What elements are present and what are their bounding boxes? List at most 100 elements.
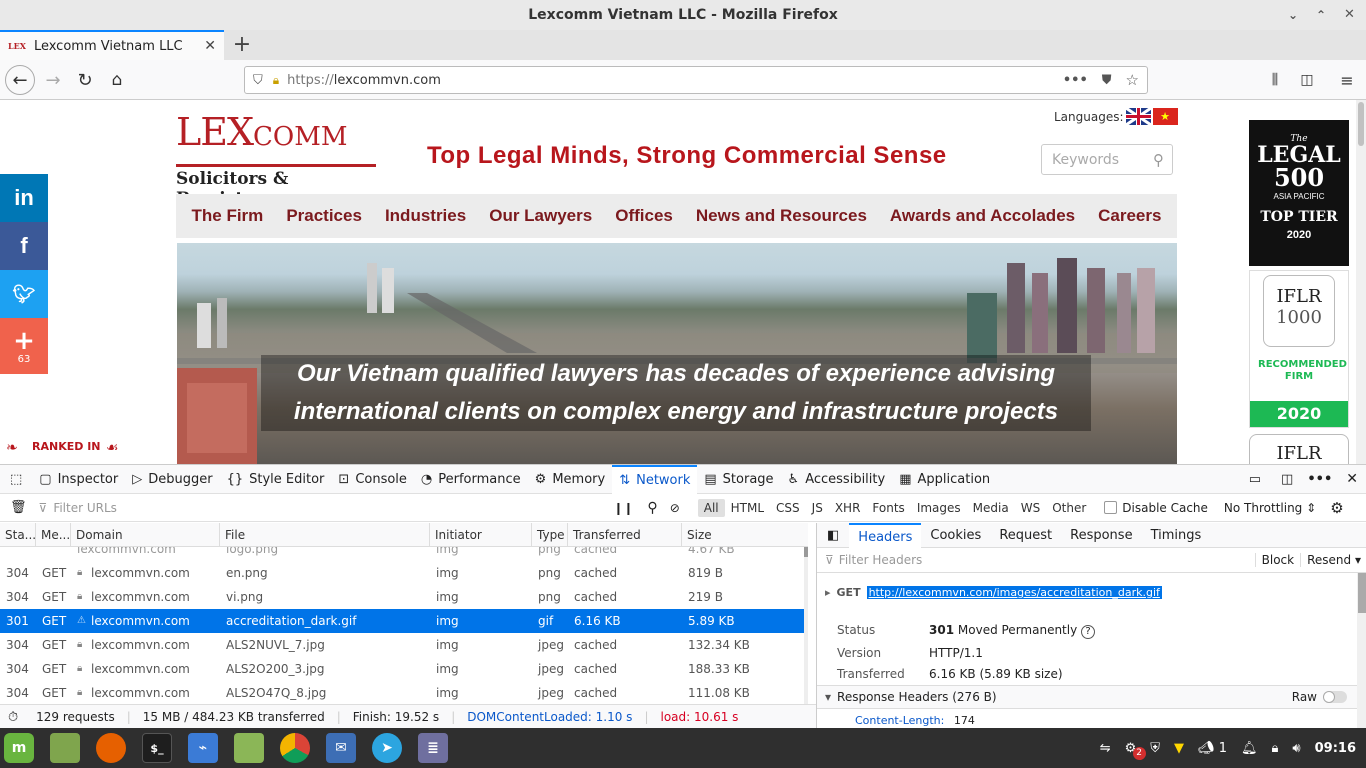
shield-check-icon[interactable]: ⛨ [1150, 741, 1160, 756]
site-search-input[interactable]: Keywords ⚲ [1041, 144, 1173, 175]
request-url[interactable]: http://lexcommvn.com/images/accreditatio… [866, 586, 1162, 599]
filter-fonts[interactable]: Fonts [866, 499, 910, 517]
table-row[interactable]: 304 GET lexcommvn.com ALS2NUVL_7.jpg img jpeg… [0, 633, 804, 657]
menu-awards[interactable]: Awards and Accolades [890, 206, 1075, 226]
connection-lock-icon[interactable]: 🔒︎ [273, 73, 279, 88]
responsive-mode-icon[interactable]: ▭ [1249, 472, 1261, 487]
menu-practices[interactable]: Practices [286, 206, 362, 226]
terminal-icon[interactable]: $_ [142, 733, 172, 763]
filter-html[interactable]: HTML [725, 499, 770, 517]
pocket-icon[interactable]: ⛊ [1102, 73, 1112, 88]
volume-icon[interactable]: 🔊︎ [1292, 741, 1300, 756]
devtools-more-icon[interactable]: ••• [1307, 472, 1332, 487]
tab-performance[interactable]: ◔ Performance [414, 465, 528, 494]
table-row[interactable]: 301 GET lexcommvn.com accreditation_dark.gi… [0, 609, 804, 633]
tab-cookies[interactable]: Cookies [921, 523, 990, 548]
close-window-icon[interactable]: ✕ [1344, 0, 1355, 30]
filter-urls-input[interactable]: Filter URLs [53, 501, 613, 515]
request-list-scrollbar[interactable] [804, 547, 808, 704]
search-icon[interactable]: ⚲ [1153, 151, 1164, 169]
network-transfer-icon[interactable]: ⇋ [1100, 741, 1111, 756]
throttling-select[interactable]: No Throttling ⇕ [1224, 501, 1316, 515]
close-devtools-icon[interactable]: ✕ [1346, 471, 1358, 487]
filter-js[interactable]: JS [806, 499, 829, 517]
menu-industries[interactable]: Industries [385, 206, 466, 226]
menu-news-resources[interactable]: News and Resources [696, 206, 867, 226]
table-row[interactable]: 304 GET lexcommvn.com ALS2O47Q_8.jpg img jpeg… [0, 681, 804, 704]
tab-console[interactable]: ⊡ Console [331, 465, 414, 494]
facebook-share-button[interactable]: f [0, 222, 48, 270]
bookmark-star-icon[interactable]: ☆ [1126, 71, 1139, 89]
app-indicator-icon[interactable]: ▼ [1174, 741, 1184, 756]
clock[interactable]: 09:16 [1315, 741, 1356, 756]
close-tab-icon[interactable]: ✕ [204, 38, 216, 54]
lock-icon[interactable]: 🔒︎ [1271, 741, 1278, 756]
col-method[interactable]: Me... [36, 523, 71, 547]
mint-menu-icon[interactable]: m [4, 733, 34, 763]
more-share-button[interactable]: + 63 [0, 318, 48, 374]
maximize-icon[interactable]: ⌃ [1316, 0, 1326, 30]
menu-careers[interactable]: Careers [1098, 206, 1161, 226]
chrome-icon[interactable] [280, 733, 310, 763]
resend-button[interactable]: Resend ▾ [1300, 553, 1366, 567]
trash-icon[interactable]: 🗑︎ [10, 500, 27, 515]
firefox-icon[interactable] [96, 733, 126, 763]
filter-images[interactable]: Images [911, 499, 967, 517]
tab-lexcomm[interactable]: LEX Lexcomm Vietnam LLC ✕ [0, 30, 224, 60]
iflr1000-award[interactable]: IFLR 1000 RECOMMENDED FIRM 2020 [1249, 270, 1349, 428]
tab-debugger[interactable]: ▷ Debugger [125, 465, 219, 494]
col-type[interactable]: Type [532, 523, 568, 547]
filter-css[interactable]: CSS [770, 499, 806, 517]
filter-media[interactable]: Media [967, 499, 1015, 517]
filter-headers-input[interactable]: Filter Headers [839, 553, 1255, 567]
home-icon[interactable]: ⌂ [102, 65, 132, 95]
help-icon[interactable]: ? [1081, 625, 1096, 639]
tab-accessibility[interactable]: ♿︎ Accessibility [781, 465, 893, 494]
col-file[interactable]: File [220, 523, 430, 547]
lexcomm-logo[interactable]: LEXCOMM [176, 110, 347, 154]
block-requests-icon[interactable]: ⊘ [670, 501, 680, 515]
col-status[interactable]: Sta... [0, 523, 36, 547]
update-notification-icon[interactable]: ⚙ 2 [1125, 741, 1146, 760]
expand-arrow-icon[interactable]: ▸ [825, 586, 831, 599]
bell-icon[interactable]: 🔔︎ [1241, 741, 1258, 756]
tab-network[interactable]: ⇅ Network [612, 464, 698, 494]
telegram-icon[interactable]: ➤ [372, 733, 402, 763]
tab-storage[interactable]: ▤ Storage [697, 465, 780, 494]
tab-memory[interactable]: ⚙ Memory [528, 465, 613, 494]
details-scrollbar[interactable] [1357, 573, 1366, 729]
filter-all[interactable]: All [697, 498, 725, 517]
response-headers-section[interactable]: ▾ Response Headers (276 B) Raw [817, 685, 1357, 709]
table-row-partial[interactable]: lexcommvn.com logo.png img png cached 4.… [0, 547, 804, 561]
sidebar-toggle-icon[interactable]: ◫ [1292, 65, 1322, 95]
tab-request[interactable]: Request [990, 523, 1061, 548]
tab-inspector[interactable]: ▢ Inspector [32, 465, 125, 494]
uk-flag-icon[interactable] [1125, 108, 1151, 125]
files-icon[interactable] [50, 733, 80, 763]
tab-response[interactable]: Response [1061, 523, 1141, 548]
library-icon[interactable]: ⫼ [1260, 65, 1290, 95]
raw-toggle[interactable] [1323, 691, 1347, 703]
new-tab-icon[interactable]: + [230, 32, 254, 57]
network-settings-icon[interactable]: ⚙ [1330, 499, 1343, 517]
menu-the-firm[interactable]: The Firm [192, 206, 264, 226]
folder-icon[interactable] [234, 733, 264, 763]
twitter-share-button[interactable]: 🐦︎ [0, 270, 48, 318]
tab-headers[interactable]: Headers [849, 522, 922, 548]
tracking-shield-icon[interactable]: ⛉ [253, 73, 263, 88]
filter-ws[interactable]: WS [1015, 499, 1046, 517]
element-picker-icon[interactable]: ⬚ [0, 465, 32, 494]
col-size[interactable]: Size [682, 523, 804, 547]
back-icon[interactable]: ← [5, 65, 35, 95]
rss-reader-icon[interactable]: ⌁ [188, 733, 218, 763]
col-domain[interactable]: Domain [71, 523, 220, 547]
disable-cache-label[interactable]: Disable Cache [1122, 501, 1208, 515]
table-row[interactable]: 304 GET lexcommvn.com en.png img png cached 819… [0, 561, 804, 585]
pause-icon[interactable]: ❙❙ [613, 501, 633, 515]
filter-xhr[interactable]: XHR [829, 499, 867, 517]
table-row[interactable]: 304 GET lexcommvn.com vi.png img png cached 219… [0, 585, 804, 609]
legal500-award[interactable]: The LEGAL 500 ASIA PACIFIC TOP TIER 2020 [1249, 120, 1349, 266]
iflr-award-2[interactable]: IFLR [1249, 434, 1349, 464]
notification-icon[interactable]: 📣︎ 1 [1198, 741, 1227, 756]
filter-other[interactable]: Other [1046, 499, 1092, 517]
